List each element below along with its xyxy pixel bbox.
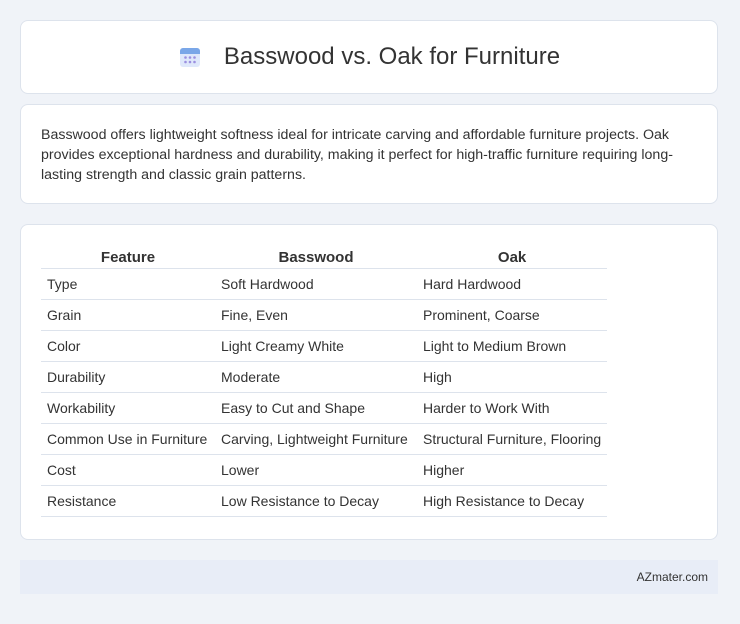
table-cell-oak: Harder to Work With xyxy=(417,392,608,424)
table-row: Grain Fine, Even Prominent, Coarse xyxy=(41,299,608,331)
comparison-table: Feature Basswood Oak Type Soft Hardwood … xyxy=(41,245,608,517)
table-cell-basswood: Light Creamy White xyxy=(215,330,417,362)
column-header-feature: Feature xyxy=(41,245,215,269)
summary-card: Basswood offers lightweight softness ide… xyxy=(20,104,718,204)
table-cell-oak: Prominent, Coarse xyxy=(417,299,608,331)
footer: AZmater.com xyxy=(20,560,718,594)
table-cell-feature: Color xyxy=(41,330,215,362)
table-cell-basswood: Carving, Lightweight Furniture xyxy=(215,423,417,455)
column-header-oak: Oak xyxy=(417,245,608,269)
table-row: Durability Moderate High xyxy=(41,361,608,393)
table-cell-feature: Resistance xyxy=(41,485,215,517)
table-cell-oak: Hard Hardwood xyxy=(417,268,608,300)
table-cell-feature: Durability xyxy=(41,361,215,393)
page-title: Basswood vs. Oak for Furniture xyxy=(223,43,561,70)
table-cell-basswood: Soft Hardwood xyxy=(215,268,417,300)
table-cell-oak: Structural Furniture, Flooring xyxy=(417,423,608,455)
table-row: Color Light Creamy White Light to Medium… xyxy=(41,330,608,362)
table-row: Cost Lower Higher xyxy=(41,454,608,486)
table-card: Feature Basswood Oak Type Soft Hardwood … xyxy=(20,224,718,540)
table-cell-oak: Higher xyxy=(417,454,608,486)
table-cell-oak: Light to Medium Brown xyxy=(417,330,608,362)
table-cell-feature: Grain xyxy=(41,299,215,331)
table-header-row: Feature Basswood Oak xyxy=(41,245,608,269)
table-cell-basswood: Moderate xyxy=(215,361,417,393)
summary-text: Basswood offers lightweight softness ide… xyxy=(41,127,673,183)
table-cell-basswood: Easy to Cut and Shape xyxy=(215,392,417,424)
table-cell-oak: High Resistance to Decay xyxy=(417,485,608,517)
table-cell-feature: Cost xyxy=(41,454,215,486)
table-cell-basswood: Low Resistance to Decay xyxy=(215,485,417,517)
table-row: Type Soft Hardwood Hard Hardwood xyxy=(41,268,608,300)
column-header-basswood: Basswood xyxy=(215,245,417,269)
table-row: Workability Easy to Cut and Shape Harder… xyxy=(41,392,608,424)
calendar-icon xyxy=(178,45,202,69)
table-cell-oak: High xyxy=(417,361,608,393)
table-cell-feature: Common Use in Furniture xyxy=(41,423,215,455)
table-cell-basswood: Fine, Even xyxy=(215,299,417,331)
table-cell-feature: Type xyxy=(41,268,215,300)
title-card: Basswood vs. Oak for Furniture xyxy=(20,20,718,94)
table-cell-feature: Workability xyxy=(41,392,215,424)
table-row: Resistance Low Resistance to Decay High … xyxy=(41,485,608,517)
table-cell-basswood: Lower xyxy=(215,454,417,486)
footer-site-link[interactable]: AZmater.com xyxy=(637,570,708,584)
table-row: Common Use in Furniture Carving, Lightwe… xyxy=(41,423,608,455)
